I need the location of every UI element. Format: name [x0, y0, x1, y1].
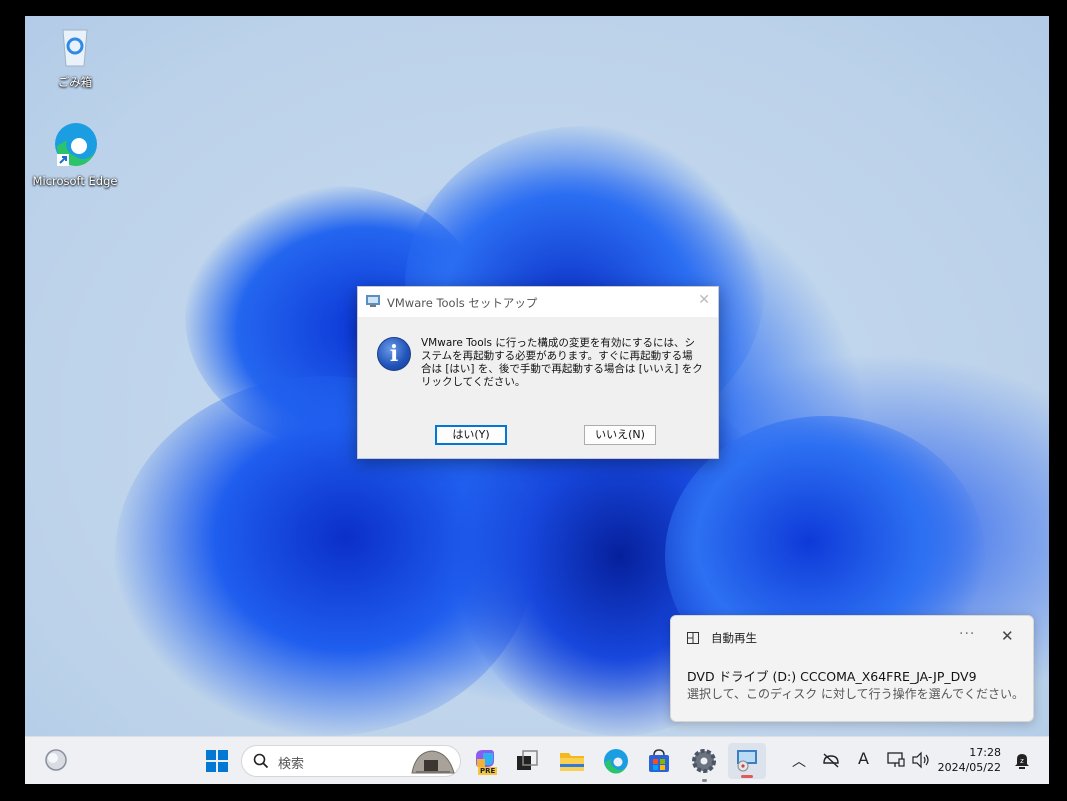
info-icon: i [377, 337, 411, 371]
network-disconnected-icon[interactable] [821, 751, 841, 769]
start-icon[interactable] [203, 747, 231, 775]
notification-bell-icon[interactable]: z [1013, 751, 1031, 771]
dialog-close-button[interactable]: ✕ [698, 292, 710, 308]
taskbar-vmware-tools-button[interactable] [728, 743, 766, 779]
edge-icon [55, 123, 97, 167]
show-hidden-icons-button[interactable]: ︿ [792, 751, 806, 771]
dialog-message: VMware Tools に行った構成の変更を有効にするには、システムを再起動す… [421, 337, 703, 388]
desktop-icon-recycle-bin[interactable]: ごみ箱 [30, 24, 120, 90]
vmware-tools-icon [737, 750, 757, 772]
task-view-icon[interactable] [513, 747, 541, 775]
notification-app-name: 自動再生 [711, 631, 757, 645]
clock-time: 17:28 [969, 746, 1001, 759]
ime-indicator[interactable]: A [858, 749, 869, 768]
autoplay-notification[interactable]: 自動再生 ··· ✕ DVD ドライブ (D:) CCCOMA_X64FRE_J… [670, 615, 1034, 722]
notification-close-button[interactable]: ✕ [1001, 627, 1014, 645]
settings-icon[interactable] [690, 747, 718, 775]
search-highlight-icon [411, 750, 455, 774]
clock-date: 2024/05/22 [937, 761, 1001, 774]
taskbar-search-box[interactable]: 検索 [241, 745, 461, 777]
edge-icon[interactable] [602, 747, 630, 775]
svg-text:z: z [1020, 757, 1024, 765]
display-icon[interactable] [886, 751, 906, 769]
store-icon[interactable] [645, 747, 673, 775]
recycle-bin-icon [62, 29, 88, 67]
widgets-weather-icon[interactable] [43, 747, 69, 773]
notification-body: 選択して、このディスク に対して行う操作を選んでください。 [687, 687, 1025, 701]
dialog-title: VMware Tools セットアップ [387, 296, 538, 310]
yes-button[interactable]: はい(Y) [435, 425, 507, 445]
vmware-tools-setup-dialog: VMware Tools セットアップ ✕ i VMware Tools に行っ… [357, 286, 719, 459]
no-button[interactable]: いいえ(N) [584, 425, 656, 445]
search-icon [253, 753, 269, 769]
speaker-icon[interactable] [911, 751, 931, 769]
vmware-app-icon [366, 295, 380, 307]
notification-heading: DVD ドライブ (D:) CCCOMA_X64FRE_JA-JP_DV9 [687, 669, 977, 684]
running-indicator [702, 779, 707, 782]
preview-badge: PRE [478, 767, 498, 775]
active-indicator [741, 775, 753, 778]
desktop-icon-edge[interactable]: Microsoft Edge [30, 120, 120, 188]
desktop: ごみ箱 Microsoft Edge VMware Tools セットアップ ✕… [25, 16, 1049, 784]
dialog-titlebar[interactable]: VMware Tools セットアップ ✕ [358, 287, 718, 317]
taskbar: 検索 PRE ︿ A 17:28 2024/05/22 z [25, 736, 1049, 784]
autoplay-icon [687, 632, 699, 644]
notification-more-button[interactable]: ··· [959, 626, 975, 642]
desktop-icon-label: Microsoft Edge [32, 174, 118, 188]
desktop-icon-label: ごみ箱 [57, 75, 93, 89]
file-explorer-icon[interactable] [558, 747, 586, 775]
clock[interactable]: 17:28 2024/05/22 [937, 745, 1001, 775]
search-placeholder: 検索 [278, 757, 305, 772]
